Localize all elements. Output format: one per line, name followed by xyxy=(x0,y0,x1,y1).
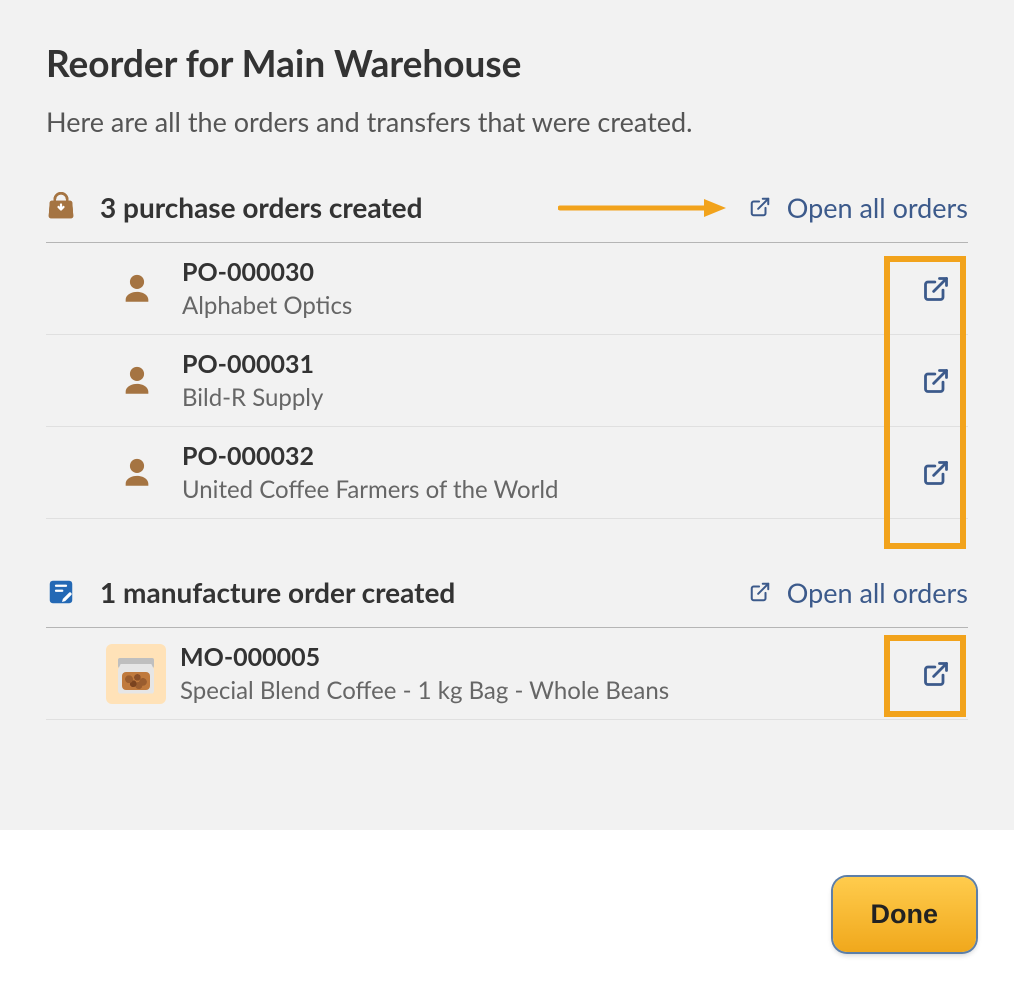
external-link-icon xyxy=(922,275,950,303)
annotation-arrow xyxy=(558,196,728,220)
order-row-text: PO-000030 Alphabet Optics xyxy=(182,257,914,320)
order-id: PO-000032 xyxy=(182,441,914,471)
order-row: PO-000031 Bild-R Supply xyxy=(46,335,968,427)
open-order-button[interactable] xyxy=(914,451,958,495)
modal-body: Reorder for Main Warehouse Here are all … xyxy=(0,0,1014,830)
order-row: PO-000030 Alphabet Optics xyxy=(46,243,968,335)
product-thumbnail xyxy=(106,644,166,704)
purchase-order-list: PO-000030 Alphabet Optics PO-000031 Bild… xyxy=(46,243,968,519)
purchase-orders-section: 3 purchase orders created Open all order… xyxy=(46,190,968,519)
external-link-icon xyxy=(922,367,950,395)
order-row-text: PO-000032 United Coffee Farmers of the W… xyxy=(182,441,914,504)
edit-document-icon xyxy=(46,577,76,607)
person-icon xyxy=(106,272,168,306)
order-product: Special Blend Coffee - 1 kg Bag - Whole … xyxy=(180,676,914,705)
page-subtitle: Here are all the orders and transfers th… xyxy=(46,105,968,138)
open-order-button[interactable] xyxy=(914,267,958,311)
done-button[interactable]: Done xyxy=(833,877,977,952)
external-link-icon xyxy=(922,660,950,688)
order-id: PO-000031 xyxy=(182,349,914,379)
manufacture-section-title: 1 manufacture order created xyxy=(100,575,749,609)
external-link-icon xyxy=(749,581,771,603)
modal-footer: Done xyxy=(0,830,1014,998)
external-link-icon xyxy=(749,196,771,218)
manufacture-section-header: 1 manufacture order created Open all ord… xyxy=(46,575,968,628)
person-icon xyxy=(106,456,168,490)
order-id: PO-000030 xyxy=(182,257,914,287)
order-row: MO-000005 Special Blend Coffee - 1 kg Ba… xyxy=(46,628,968,720)
open-order-button[interactable] xyxy=(914,359,958,403)
external-link-icon xyxy=(922,459,950,487)
person-icon xyxy=(106,364,168,398)
open-all-purchase-orders-link[interactable]: Open all orders xyxy=(749,191,968,224)
open-order-button[interactable] xyxy=(914,652,958,696)
order-row-text: MO-000005 Special Blend Coffee - 1 kg Ba… xyxy=(180,642,914,705)
page-title: Reorder for Main Warehouse xyxy=(46,40,968,85)
order-id: MO-000005 xyxy=(180,642,914,672)
open-all-manufacture-orders-link[interactable]: Open all orders xyxy=(749,576,968,609)
purchase-section-header: 3 purchase orders created Open all order… xyxy=(46,190,968,243)
order-party: United Coffee Farmers of the World xyxy=(182,475,914,504)
order-party: Alphabet Optics xyxy=(182,291,914,320)
order-row-text: PO-000031 Bild-R Supply xyxy=(182,349,914,412)
order-row: PO-000032 United Coffee Farmers of the W… xyxy=(46,427,968,519)
shopping-bag-icon xyxy=(46,192,76,222)
manufacture-orders-section: 1 manufacture order created Open all ord… xyxy=(46,575,968,720)
open-all-manufacture-label: Open all orders xyxy=(787,576,968,609)
open-all-purchase-label: Open all orders xyxy=(787,191,968,224)
order-party: Bild-R Supply xyxy=(182,383,914,412)
manufacture-order-list: MO-000005 Special Blend Coffee - 1 kg Ba… xyxy=(46,628,968,720)
